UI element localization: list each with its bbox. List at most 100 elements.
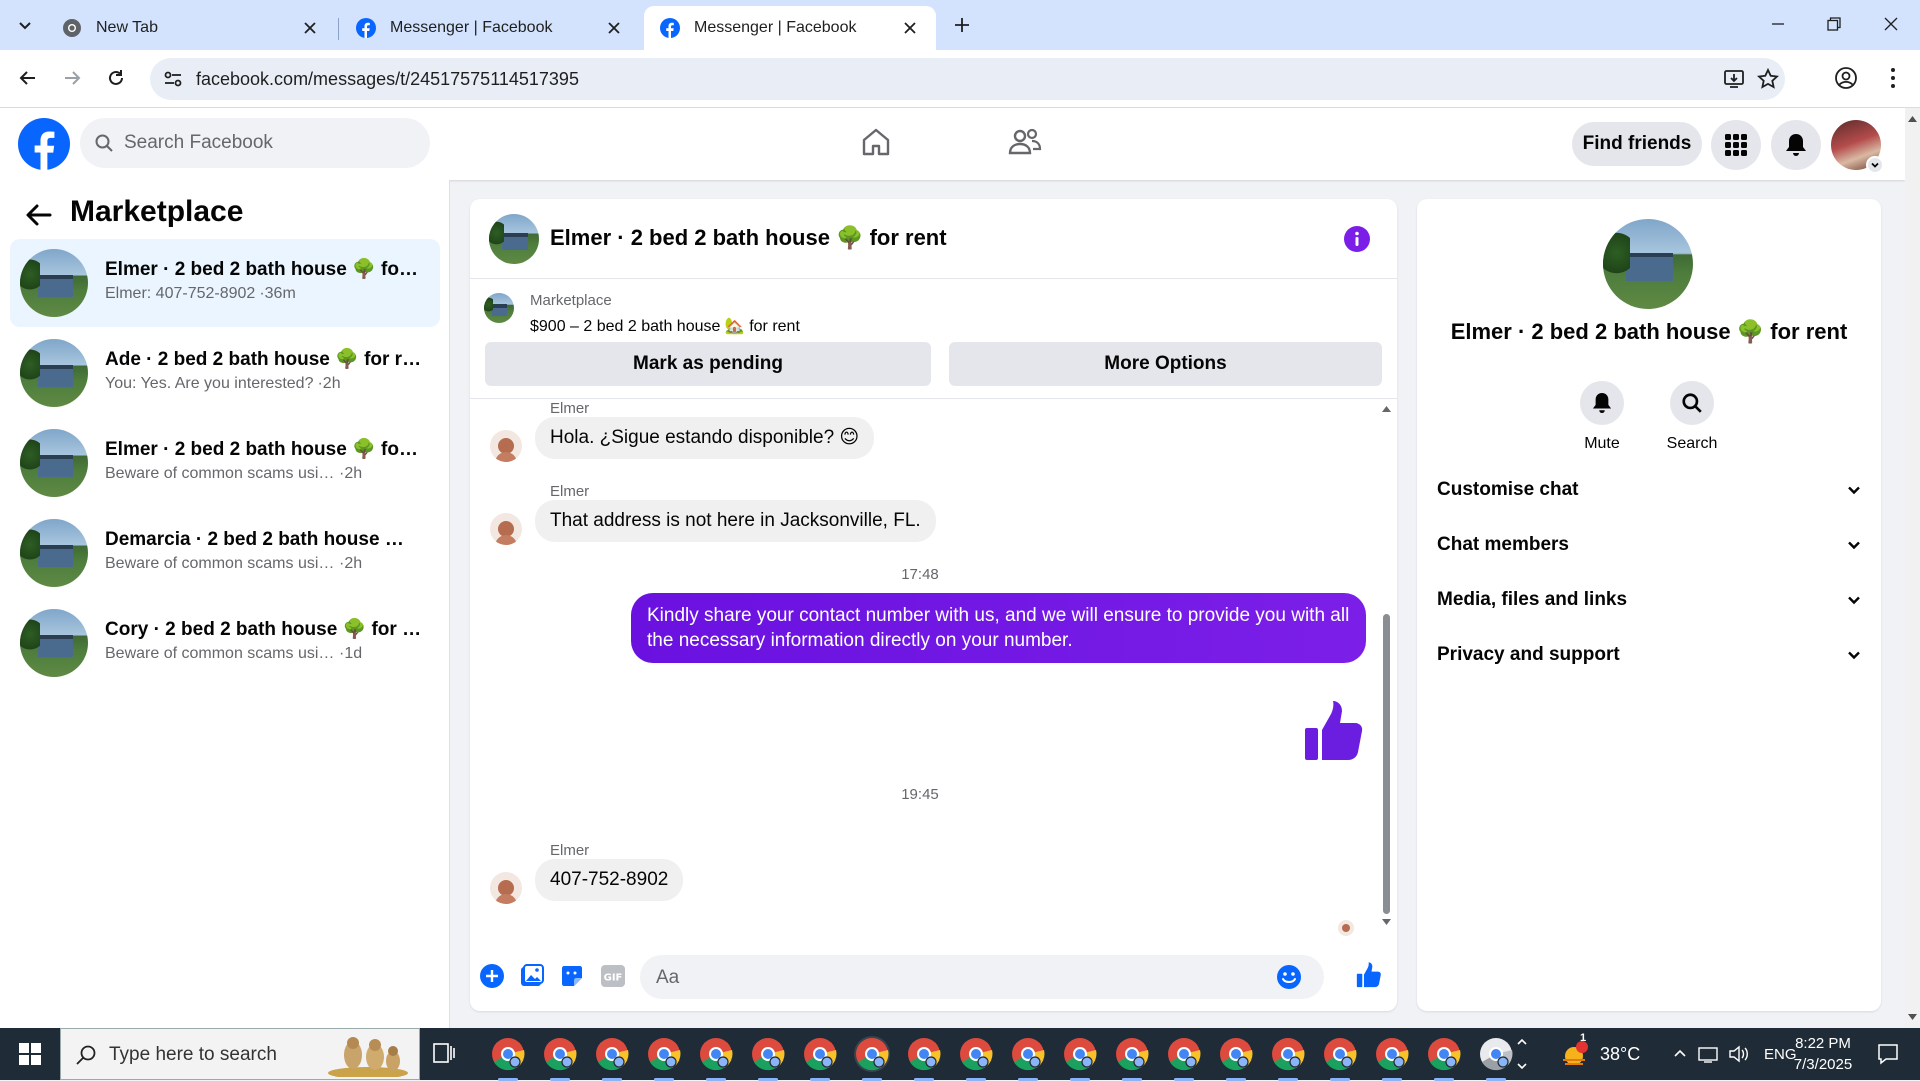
install-app-icon[interactable] bbox=[1723, 68, 1745, 90]
taskbar-chrome-app[interactable] bbox=[1010, 1036, 1046, 1081]
conversation-item[interactable]: Elmer · 2 bed 2 bath house 🌳 for rent Be… bbox=[10, 419, 440, 507]
arrow-left-icon[interactable] bbox=[24, 200, 54, 230]
forward-button[interactable] bbox=[56, 62, 88, 94]
taskbar-chrome-app[interactable] bbox=[1374, 1036, 1410, 1081]
message-input[interactable]: Aa bbox=[640, 955, 1324, 999]
taskbar-chrome-app[interactable] bbox=[1322, 1036, 1358, 1081]
section-media-files-links[interactable]: Media, files and links bbox=[1437, 580, 1862, 620]
facebook-logo-icon[interactable] bbox=[18, 118, 70, 170]
new-tab-button[interactable] bbox=[948, 11, 976, 39]
taskbar-chrome-app[interactable] bbox=[542, 1036, 578, 1081]
scroll-up-icon bbox=[1382, 406, 1391, 412]
section-privacy-support[interactable]: Privacy and support bbox=[1437, 635, 1862, 675]
taskbar-chrome-app[interactable] bbox=[1166, 1036, 1202, 1081]
taskbar-chrome-app[interactable] bbox=[1114, 1036, 1150, 1081]
conversation-avatar bbox=[20, 519, 88, 587]
volume-icon[interactable] bbox=[1728, 1045, 1750, 1063]
info-icon[interactable] bbox=[1344, 226, 1370, 252]
mute-button[interactable]: Mute bbox=[1557, 381, 1647, 453]
section-customise-chat[interactable]: Customise chat bbox=[1437, 470, 1862, 510]
task-view-icon[interactable] bbox=[432, 1040, 456, 1066]
incoming-message[interactable]: That address is not here in Jacksonville… bbox=[535, 500, 936, 542]
search-in-chat-button[interactable]: Search bbox=[1647, 381, 1737, 453]
network-icon[interactable] bbox=[1698, 1045, 1720, 1063]
conversation-preview: Beware of common scams using payment app… bbox=[105, 645, 363, 662]
taskbar-search-box[interactable]: Type here to search bbox=[60, 1028, 420, 1080]
sticker-icon[interactable] bbox=[560, 964, 584, 988]
tab-close-button[interactable] bbox=[898, 16, 922, 40]
conversation-item[interactable]: Cory · 2 bed 2 bath house 🌳 for rent Bew… bbox=[10, 599, 440, 687]
back-button[interactable] bbox=[12, 62, 44, 94]
taskbar-chrome-app[interactable] bbox=[1426, 1036, 1462, 1081]
bookmark-star-icon[interactable] bbox=[1757, 68, 1779, 90]
more-options-button[interactable]: More Options bbox=[949, 342, 1382, 386]
taskbar-chrome-app[interactable] bbox=[958, 1036, 994, 1081]
tab-search-button[interactable] bbox=[10, 10, 40, 40]
facebook-search-box[interactable]: Search Facebook bbox=[80, 118, 430, 168]
minimize-button[interactable] bbox=[1749, 0, 1807, 48]
outgoing-message[interactable]: Kindly share your contact number with us… bbox=[631, 593, 1366, 663]
taskbar-chrome-app[interactable] bbox=[750, 1036, 786, 1081]
restore-button[interactable] bbox=[1805, 0, 1863, 48]
address-bar[interactable]: facebook.com/messages/t/2451757511451739… bbox=[150, 58, 1785, 100]
gallery-icon[interactable] bbox=[520, 964, 544, 988]
tab-new-tab[interactable]: New Tab bbox=[46, 6, 336, 50]
friends-nav-button[interactable] bbox=[1008, 126, 1042, 158]
mark-as-pending-button[interactable]: Mark as pending bbox=[485, 342, 931, 386]
home-nav-button[interactable] bbox=[860, 126, 892, 158]
site-settings-icon[interactable] bbox=[162, 68, 184, 90]
menu-button[interactable] bbox=[1711, 120, 1761, 170]
taskbar-chrome-app[interactable] bbox=[854, 1036, 890, 1081]
reload-button[interactable] bbox=[100, 62, 132, 94]
taskbar-chrome-app[interactable] bbox=[802, 1036, 838, 1081]
taskbar-chrome-app[interactable] bbox=[1062, 1036, 1098, 1081]
section-chat-members[interactable]: Chat members bbox=[1437, 525, 1862, 565]
conversation-sidebar: Marketplace Elmer · 2 bed 2 bath house 🌳… bbox=[0, 180, 450, 1028]
taskbar-chrome-app[interactable] bbox=[1270, 1036, 1306, 1081]
listing-title[interactable]: $900 – 2 bed 2 bath house 🏡 for rent bbox=[530, 316, 800, 336]
chat-scrollbar[interactable] bbox=[1380, 404, 1392, 940]
close-window-button[interactable] bbox=[1862, 0, 1920, 48]
tab-messenger-1[interactable]: Messenger | Facebook bbox=[340, 6, 640, 50]
search-icon bbox=[76, 1045, 96, 1065]
incoming-message[interactable]: 407-752-8902 bbox=[535, 859, 684, 901]
plus-circle-icon[interactable] bbox=[480, 964, 504, 988]
emoji-icon[interactable] bbox=[1276, 964, 1302, 990]
notifications-button[interactable] bbox=[1771, 120, 1821, 170]
thumbs-up-icon[interactable] bbox=[1303, 700, 1365, 762]
tray-overflow-scroll[interactable] bbox=[1516, 1028, 1536, 1080]
clock[interactable]: 8:22 PM 7/3/2025 bbox=[1770, 1028, 1876, 1080]
notification-center-button[interactable] bbox=[1866, 1028, 1910, 1080]
conversation-item[interactable]: Ade · 2 bed 2 bath house 🌳 for rent You:… bbox=[10, 329, 440, 417]
taskbar-chrome-app[interactable] bbox=[646, 1036, 682, 1081]
profile-button[interactable] bbox=[1830, 62, 1862, 94]
thumbs-up-icon[interactable] bbox=[1356, 962, 1382, 988]
taskbar-chrome-app[interactable] bbox=[1478, 1036, 1514, 1081]
chat-title[interactable]: Elmer · 2 bed 2 bath house 🌳 for rent bbox=[550, 225, 947, 251]
tab-close-button[interactable] bbox=[602, 16, 626, 40]
find-friends-button[interactable]: Find friends bbox=[1572, 122, 1702, 166]
scrollbar-thumb[interactable] bbox=[1383, 614, 1390, 914]
taskbar-chrome-app[interactable] bbox=[906, 1036, 942, 1081]
tab-close-button[interactable] bbox=[298, 16, 322, 40]
start-button[interactable] bbox=[0, 1028, 60, 1080]
chevron-up-icon[interactable] bbox=[1672, 1046, 1688, 1062]
close-icon bbox=[608, 22, 620, 34]
listing-thumbnail[interactable] bbox=[484, 293, 514, 323]
incoming-message[interactable]: Hola. ¿Sigue estando disponible? 😊 bbox=[535, 417, 875, 459]
message-composer: GIF Aa bbox=[470, 942, 1397, 1011]
weather-widget[interactable]: 1 38°C bbox=[1560, 1028, 1640, 1080]
conversation-item[interactable]: Demarcia · 2 bed 2 bath house 🌳 for rent… bbox=[10, 509, 440, 597]
chat-avatar[interactable] bbox=[489, 214, 539, 264]
gif-icon[interactable]: GIF bbox=[600, 964, 626, 988]
conversation-item[interactable]: Elmer · 2 bed 2 bath house 🌳 for rent El… bbox=[10, 239, 440, 327]
tab-messenger-active[interactable]: Messenger | Facebook bbox=[644, 6, 936, 50]
taskbar-chrome-app[interactable] bbox=[490, 1036, 526, 1081]
chat-details-avatar[interactable] bbox=[1603, 219, 1693, 309]
page-scrollbar[interactable] bbox=[1905, 108, 1920, 1028]
browser-menu-button[interactable] bbox=[1877, 62, 1909, 94]
account-menu-chevron[interactable] bbox=[1866, 156, 1884, 174]
taskbar-chrome-app[interactable] bbox=[594, 1036, 630, 1081]
taskbar-chrome-app[interactable] bbox=[1218, 1036, 1254, 1081]
taskbar-chrome-app[interactable] bbox=[698, 1036, 734, 1081]
